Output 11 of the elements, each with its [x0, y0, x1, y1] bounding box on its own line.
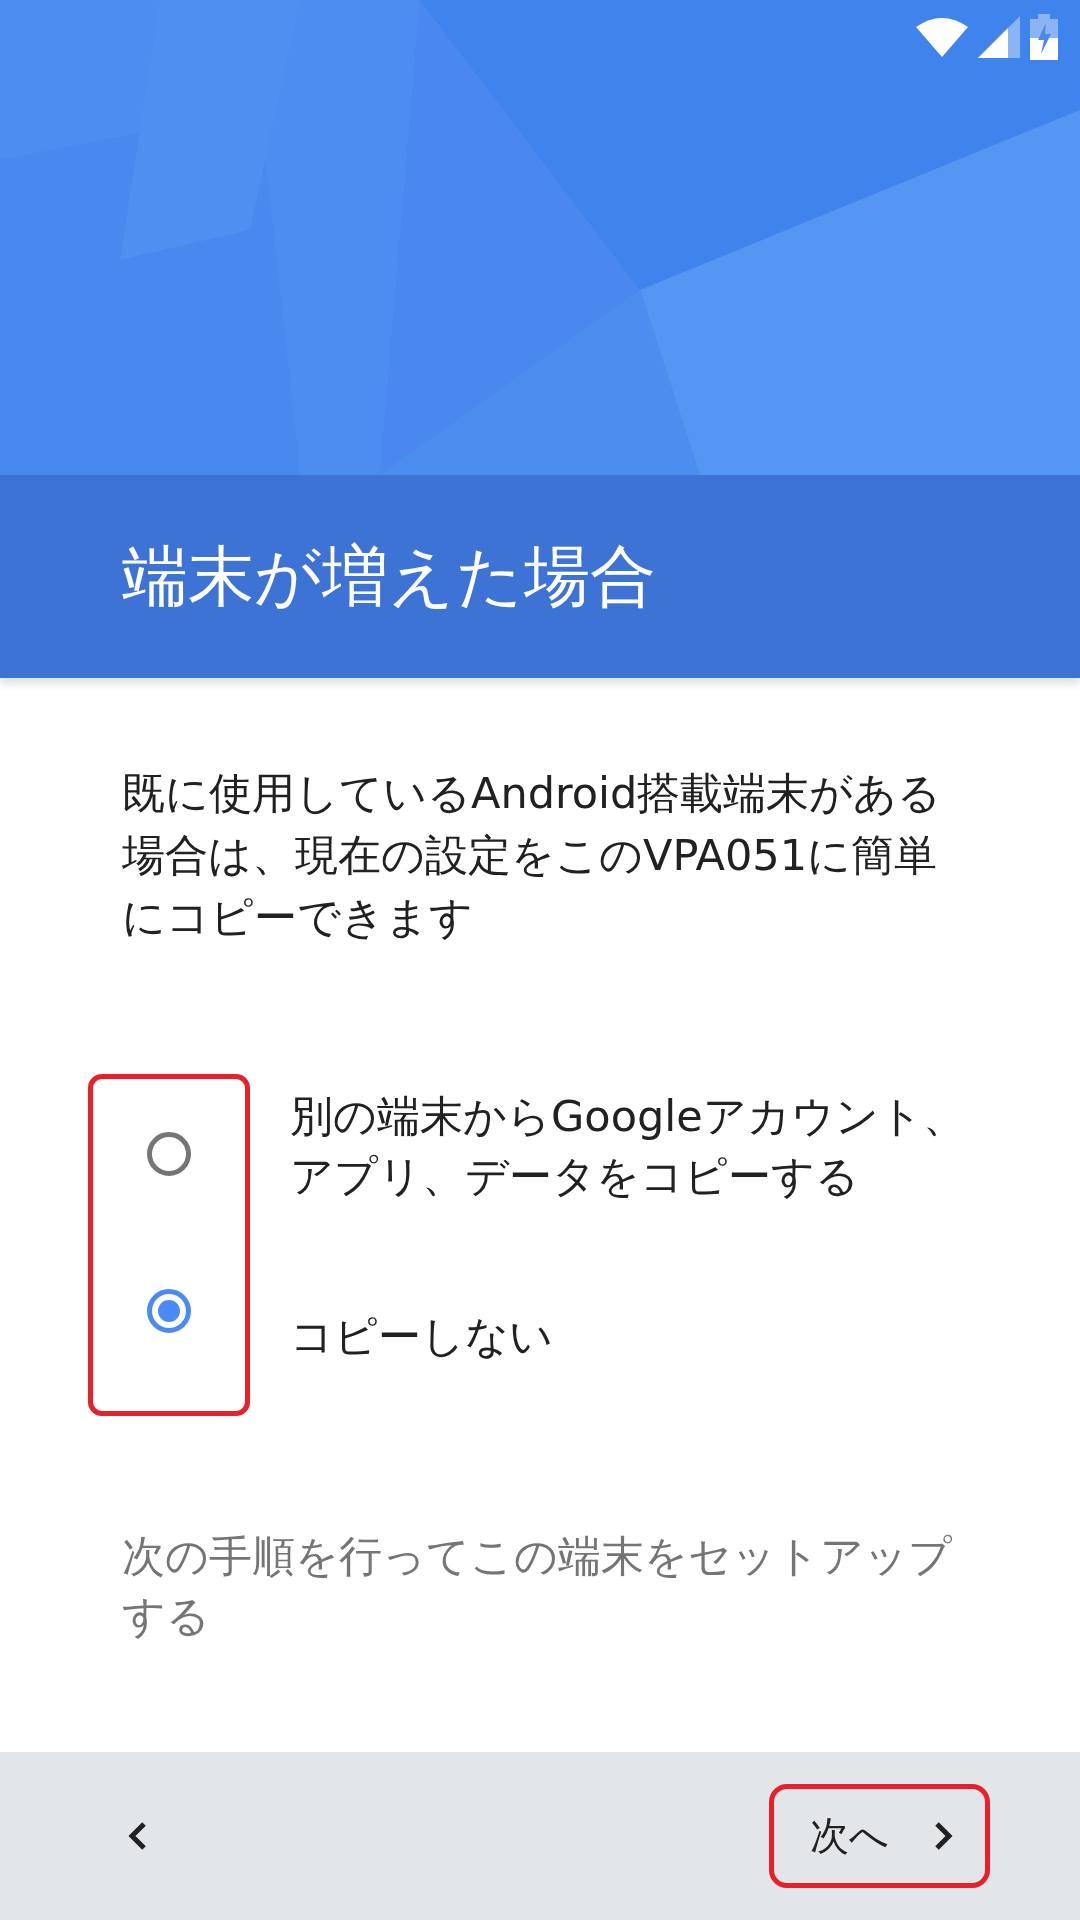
radio-button[interactable] — [147, 1132, 191, 1176]
battery-icon — [1030, 14, 1058, 60]
radio-button[interactable] — [147, 1289, 191, 1333]
option-label[interactable]: コピーしない — [290, 1206, 970, 1416]
wifi-icon — [916, 17, 968, 57]
description: 既に使用しているAndroid搭載端末がある場合は、現在の設定をこのVPA051に簡単にコピーできます — [122, 767, 943, 944]
hint-text: 次の手順を行ってこの端末をセットアップする — [122, 1530, 953, 1643]
option-label[interactable]: 別の端末からGoogleアカウント、アプリ、データをコピーする — [290, 1074, 970, 1206]
page-title: 端末が増えた場合 — [122, 536, 656, 617]
signal-icon — [978, 16, 1020, 58]
next-button[interactable]: 次へ — [769, 1784, 990, 1888]
